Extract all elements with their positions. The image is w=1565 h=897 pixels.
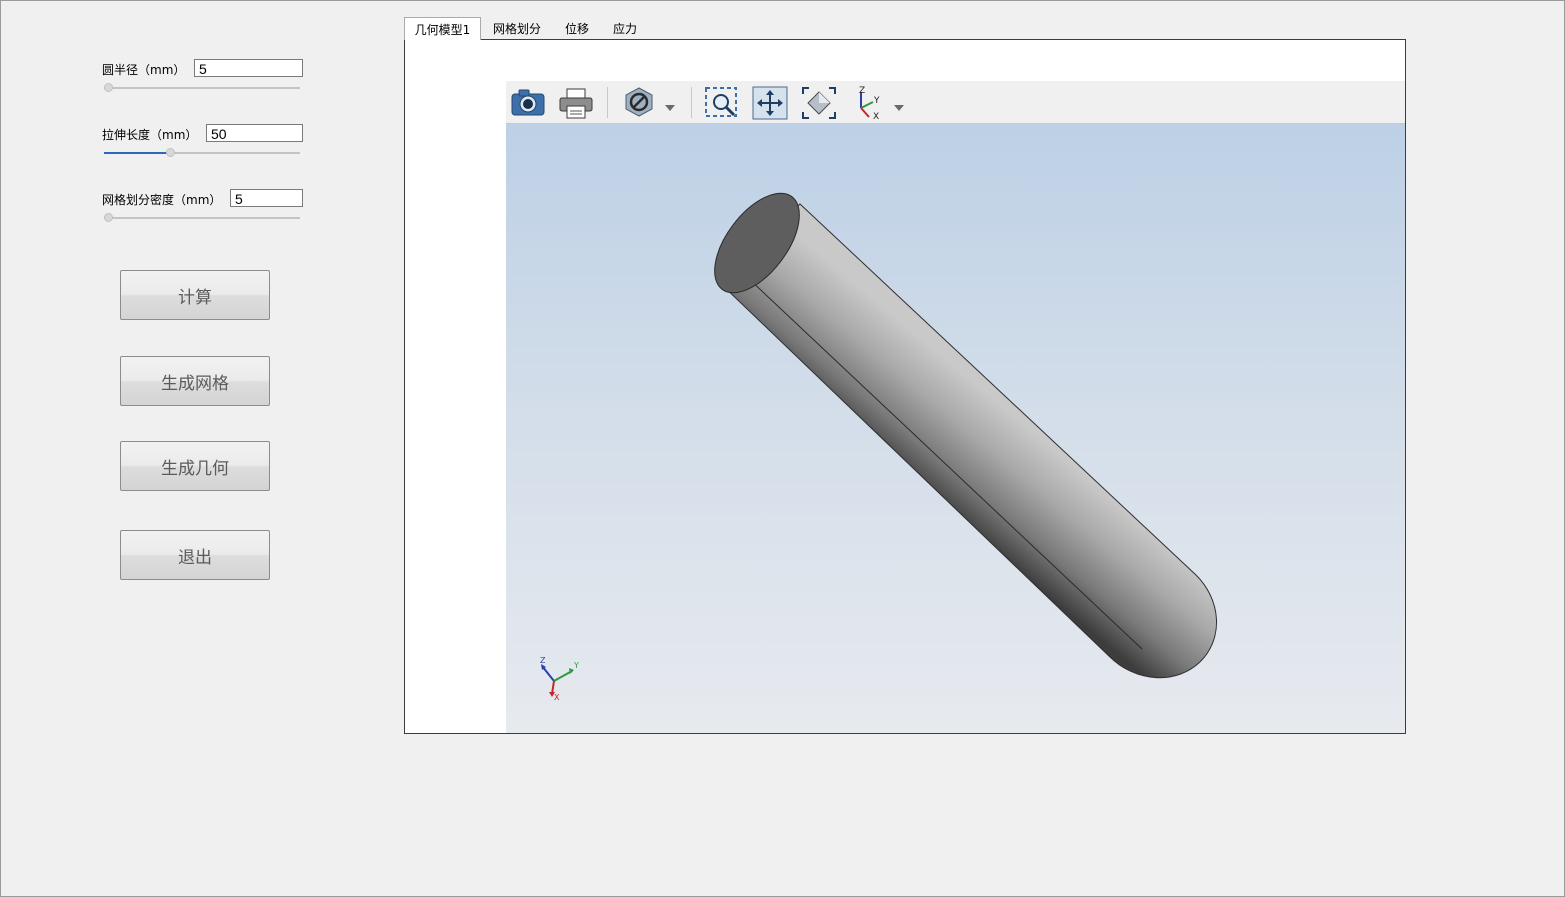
axis-x-letter: X <box>873 112 879 120</box>
mesh-density-label: 网格划分密度（mm） <box>102 193 222 207</box>
generate-geometry-button[interactable]: 生成几何 <box>120 441 270 491</box>
toolbar-separator <box>607 87 608 118</box>
slider-thumb[interactable] <box>166 148 175 157</box>
camera-icon[interactable] <box>510 86 546 122</box>
tab-stress[interactable]: 应力 <box>605 17 645 40</box>
compute-button[interactable]: 计算 <box>120 270 270 320</box>
tab-geometry-model[interactable]: 几何模型1 <box>404 17 481 40</box>
exit-button[interactable]: 退出 <box>120 530 270 580</box>
orientation-triad: Z Y X <box>540 656 579 702</box>
tab-mesh[interactable]: 网格划分 <box>484 17 550 40</box>
3d-viewer[interactable]: Z Y X Z Y X <box>506 81 1405 733</box>
radius-input[interactable]: 5 <box>194 59 303 77</box>
3d-scene[interactable]: Z Y X <box>506 124 1405 733</box>
mesh-density-slider[interactable] <box>104 213 300 223</box>
cylinder-model <box>714 192 1218 679</box>
mesh-density-input[interactable]: 5 <box>230 189 303 207</box>
tab-displacement[interactable]: 位移 <box>557 17 597 40</box>
pan-icon[interactable] <box>752 86 788 124</box>
slider-thumb[interactable] <box>104 213 113 222</box>
chevron-down-icon[interactable] <box>893 97 905 116</box>
triad-z-label: Z <box>540 656 546 665</box>
axes-view-icon[interactable]: Z Y X <box>851 86 887 124</box>
zoom-window-icon[interactable] <box>704 86 740 124</box>
length-slider[interactable] <box>104 148 300 158</box>
display-mode-icon[interactable] <box>622 86 656 122</box>
triad-x-label: X <box>554 693 560 702</box>
length-input[interactable]: 50 <box>206 124 303 142</box>
length-label: 拉伸长度（mm） <box>102 128 198 142</box>
radius-slider[interactable] <box>104 83 300 93</box>
print-icon[interactable] <box>558 86 594 124</box>
viewer-toolbar: Z Y X <box>506 81 1405 124</box>
main-window: 圆半径（mm） 5 拉伸长度（mm） 50 网格划分密度（mm） 5 计算 生成… <box>0 0 1565 897</box>
axis-z-letter: Z <box>859 86 865 96</box>
generate-mesh-button[interactable]: 生成网格 <box>120 356 270 406</box>
fit-all-icon[interactable] <box>801 86 837 124</box>
triad-y-label: Y <box>573 661 579 670</box>
slider-thumb[interactable] <box>104 83 113 92</box>
axis-y-letter: Y <box>873 96 880 106</box>
chevron-down-icon[interactable] <box>664 97 676 116</box>
radius-label: 圆半径（mm） <box>102 63 186 77</box>
toolbar-separator <box>691 87 692 118</box>
